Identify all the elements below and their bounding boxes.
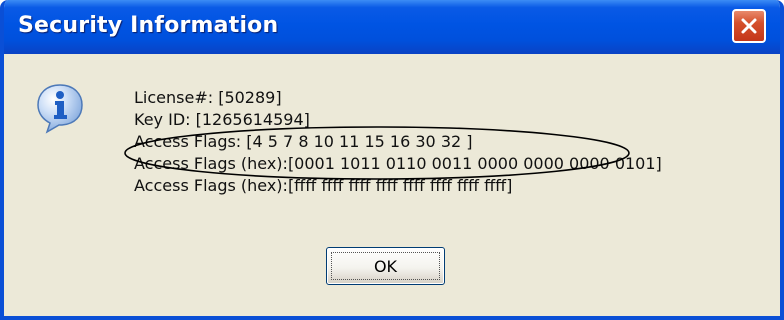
- ok-button[interactable]: OK: [326, 247, 445, 285]
- close-button[interactable]: [732, 9, 766, 43]
- info-icon: [37, 84, 83, 134]
- title-bar[interactable]: Security Information: [4, 0, 780, 54]
- license-line: License#: [50289]: [134, 88, 282, 107]
- dialog-title: Security Information: [18, 13, 279, 38]
- dialog-window: Security Information License#: [50289] K…: [0, 0, 784, 320]
- close-icon: [741, 18, 757, 34]
- ok-button-label: OK: [373, 256, 398, 276]
- highlight-ellipse-annotation: [124, 126, 630, 180]
- dialog-body: License#: [50289] Key ID: [1265614594] A…: [4, 54, 780, 316]
